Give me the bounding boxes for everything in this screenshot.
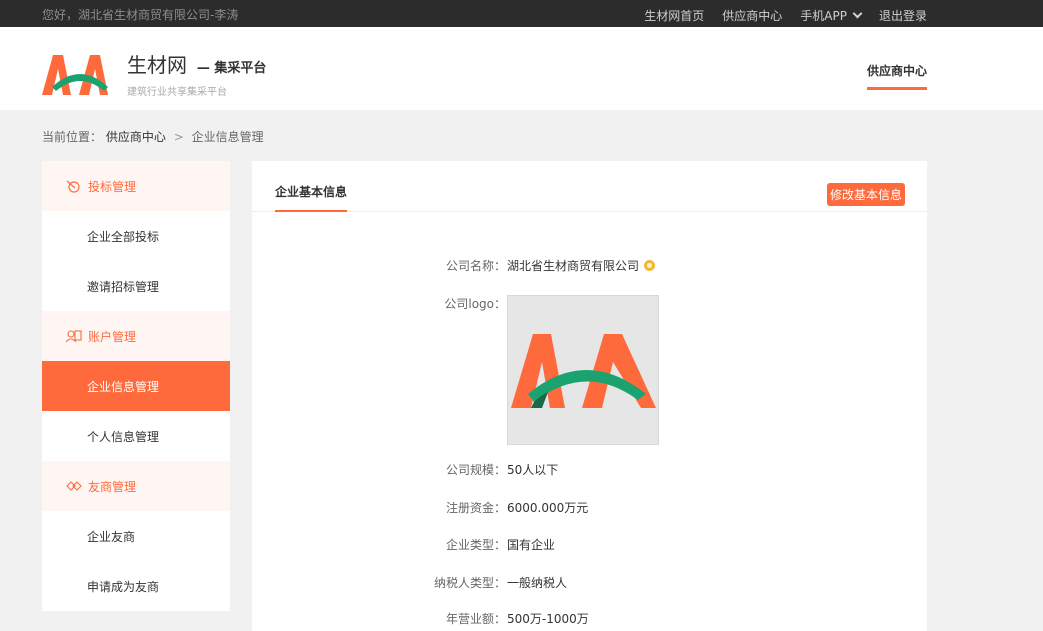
field-label: 公司名称： bbox=[445, 259, 506, 273]
sidebar-item-invited-bids[interactable]: 邀请招标管理 bbox=[42, 261, 230, 311]
field-label: 纳税人类型： bbox=[433, 576, 506, 590]
sidebar-item-partners[interactable]: 企业友商 bbox=[42, 511, 230, 561]
sidebar-group-label: 账户管理 bbox=[88, 329, 137, 344]
main-panel: 企业基本信息 修改基本信息 公司名称： 湖北省生材商贸有限公司 公司logo： … bbox=[252, 161, 927, 631]
sidebar-group-account: 账户管理 bbox=[42, 311, 230, 361]
bid-icon bbox=[66, 180, 80, 193]
field-value: 一般纳税人 bbox=[507, 576, 568, 590]
verified-badge-icon bbox=[644, 260, 656, 271]
brand-name: 生材网 bbox=[127, 53, 187, 77]
mobile-app-label: 手机APP bbox=[800, 9, 847, 23]
sidebar-group-bid: 投标管理 bbox=[42, 161, 230, 211]
home-link[interactable]: 生材网首页 bbox=[644, 7, 704, 24]
field-value-wrap: 湖北省生材商贸有限公司 bbox=[507, 257, 656, 274]
sidebar-item-apply-partner[interactable]: 申请成为友商 bbox=[42, 561, 230, 611]
sidebar-group-label: 友商管理 bbox=[88, 479, 137, 494]
field-label: 注册资金： bbox=[445, 501, 506, 515]
header: 生材网 — 集采平台 建筑行业共享集采平台 供应商中心 bbox=[0, 27, 1043, 110]
company-logo-icon bbox=[511, 334, 656, 408]
field-value: 500万-1000万 bbox=[507, 612, 589, 626]
sidebar-item-personal-info[interactable]: 个人信息管理 bbox=[42, 411, 230, 461]
sidebar-group-label: 投标管理 bbox=[88, 179, 137, 194]
field-label: 公司logo： bbox=[444, 297, 506, 311]
field-value: 国有企业 bbox=[507, 538, 556, 552]
logout-link[interactable]: 退出登录 bbox=[879, 7, 927, 24]
sidebar-group-partner: 友商管理 bbox=[42, 461, 230, 511]
greeting-text: 您好，湖北省生材商贸有限公司-李涛 bbox=[42, 8, 239, 22]
field-label: 企业类型： bbox=[445, 538, 506, 552]
top-bar: 您好，湖北省生材商贸有限公司-李涛 生材网首页 供应商中心 手机APP 退出登录 bbox=[0, 0, 1043, 27]
logo-icon[interactable] bbox=[42, 47, 118, 95]
chevron-down-icon bbox=[852, 8, 863, 19]
edit-basic-info-button[interactable]: 修改基本信息 bbox=[826, 183, 905, 206]
breadcrumb: 当前位置： 供应商中心 > 企业信息管理 bbox=[42, 128, 264, 145]
field-label: 公司规模： bbox=[445, 463, 506, 477]
top-links: 生材网首页 供应商中心 手机APP 退出登录 bbox=[626, 7, 927, 24]
field-label: 年营业额： bbox=[445, 612, 506, 626]
sidebar-item-all-bids[interactable]: 企业全部投标 bbox=[42, 211, 230, 261]
field-value: 6000.000万元 bbox=[507, 501, 589, 515]
supplier-center-link[interactable]: 供应商中心 bbox=[722, 7, 782, 24]
breadcrumb-supplier-center[interactable]: 供应商中心 bbox=[106, 130, 166, 144]
brand-suffix: — 集采平台 bbox=[196, 61, 267, 76]
breadcrumb-current: 企业信息管理 bbox=[191, 130, 264, 144]
tab-bar: 企业基本信息 修改基本信息 bbox=[252, 161, 927, 212]
field-value: 50人以下 bbox=[507, 463, 559, 477]
sidebar-item-company-info[interactable]: 企业信息管理 bbox=[42, 361, 230, 411]
brand: 生材网 — 集采平台 建筑行业共享集采平台 bbox=[127, 49, 266, 98]
company-logo-image bbox=[507, 295, 659, 445]
brand-tagline: 建筑行业共享集采平台 bbox=[127, 87, 227, 98]
company-name-value: 湖北省生材商贸有限公司 bbox=[507, 259, 640, 273]
tab-company-basic-info[interactable]: 企业基本信息 bbox=[275, 183, 348, 212]
breadcrumb-prefix: 当前位置： bbox=[42, 130, 103, 144]
mobile-app-link[interactable]: 手机APP bbox=[800, 7, 863, 24]
account-icon bbox=[66, 330, 82, 343]
nav-supplier-center[interactable]: 供应商中心 bbox=[866, 62, 927, 90]
sidebar: 投标管理 企业全部投标 邀请招标管理 账户管理 企业信息管理 个人信息管理 友商… bbox=[42, 161, 230, 611]
breadcrumb-separator: > bbox=[173, 130, 184, 144]
partner-icon bbox=[66, 481, 82, 491]
